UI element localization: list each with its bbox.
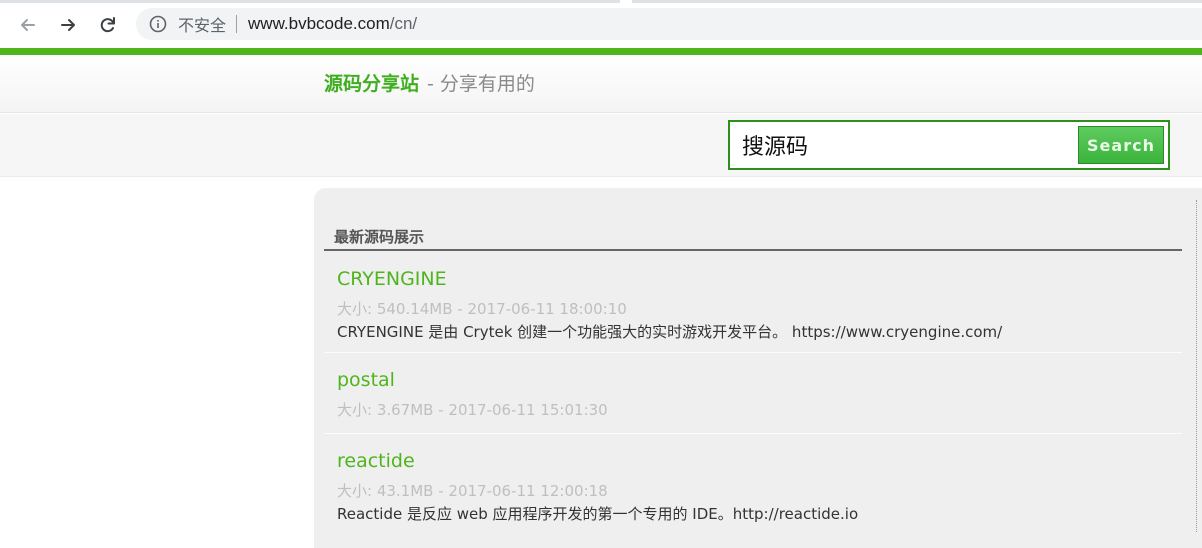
list-item: reactide 大小: 43.1MB - 2017-06-11 12:00:1…	[324, 450, 1182, 538]
browser-toolbar: 不安全 www.bvbcode.com/cn/	[0, 0, 1202, 48]
brand-name[interactable]: 源码分享站	[324, 69, 419, 96]
item-title-link[interactable]: CRYENGINE	[337, 268, 447, 290]
item-divider	[324, 433, 1182, 434]
reload-button[interactable]	[94, 11, 122, 39]
arrow-right-icon	[61, 19, 75, 31]
item-description: CRYENGINE 是由 Crytek 创建一个功能强大的实时游戏开发平台。 h…	[337, 323, 1003, 341]
back-button[interactable]	[14, 11, 42, 39]
arrow-left-icon	[21, 19, 35, 31]
search-input[interactable]	[742, 127, 1072, 163]
top-accent-bar	[0, 48, 1202, 55]
page-edge-scroll	[1196, 200, 1200, 532]
search-form: Search	[728, 120, 1170, 170]
section-divider	[324, 249, 1182, 251]
latest-code-panel: 最新源码展示 CRYENGINE 大小: 540.14MB - 2017-06-…	[314, 188, 1202, 548]
url-path: /cn/	[389, 14, 418, 33]
item-meta: 大小: 43.1MB - 2017-06-11 12:00:18	[337, 482, 608, 500]
site-brand[interactable]: 源码分享站 - 分享有用的	[324, 69, 535, 96]
url-text[interactable]: www.bvbcode.com/cn/	[248, 14, 417, 34]
list-item: postal 大小: 3.67MB - 2017-06-11 15:01:30	[324, 369, 1182, 437]
item-description: Reactide 是反应 web 应用程序开发的第一个专用的 IDE。http:…	[337, 505, 859, 523]
url-host: www.bvbcode.com	[248, 14, 390, 33]
forward-button[interactable]	[54, 11, 82, 39]
reload-icon	[100, 17, 115, 33]
search-button[interactable]: Search	[1078, 126, 1164, 164]
brand-tagline: 分享有用的	[439, 73, 535, 95]
item-title-link[interactable]: postal	[337, 369, 395, 391]
item-title-link[interactable]: reactide	[337, 450, 415, 472]
site-header: 源码分享站 - 分享有用的	[0, 55, 1202, 113]
item-meta: 大小: 3.67MB - 2017-06-11 15:01:30	[337, 401, 608, 419]
list-item: CRYENGINE 大小: 540.14MB - 2017-06-11 18:0…	[324, 268, 1182, 356]
tab-strip-edge	[0, 0, 1202, 3]
security-label: 不安全	[178, 16, 227, 35]
item-divider	[324, 352, 1182, 353]
address-divider	[236, 15, 238, 33]
item-meta: 大小: 540.14MB - 2017-06-11 18:00:10	[337, 300, 627, 318]
brand-dash: -	[427, 73, 434, 95]
search-band: Search	[0, 114, 1202, 177]
address-bar[interactable]: 不安全 www.bvbcode.com/cn/	[136, 8, 1202, 40]
section-title: 最新源码展示	[334, 228, 425, 246]
info-icon[interactable]	[149, 15, 167, 33]
